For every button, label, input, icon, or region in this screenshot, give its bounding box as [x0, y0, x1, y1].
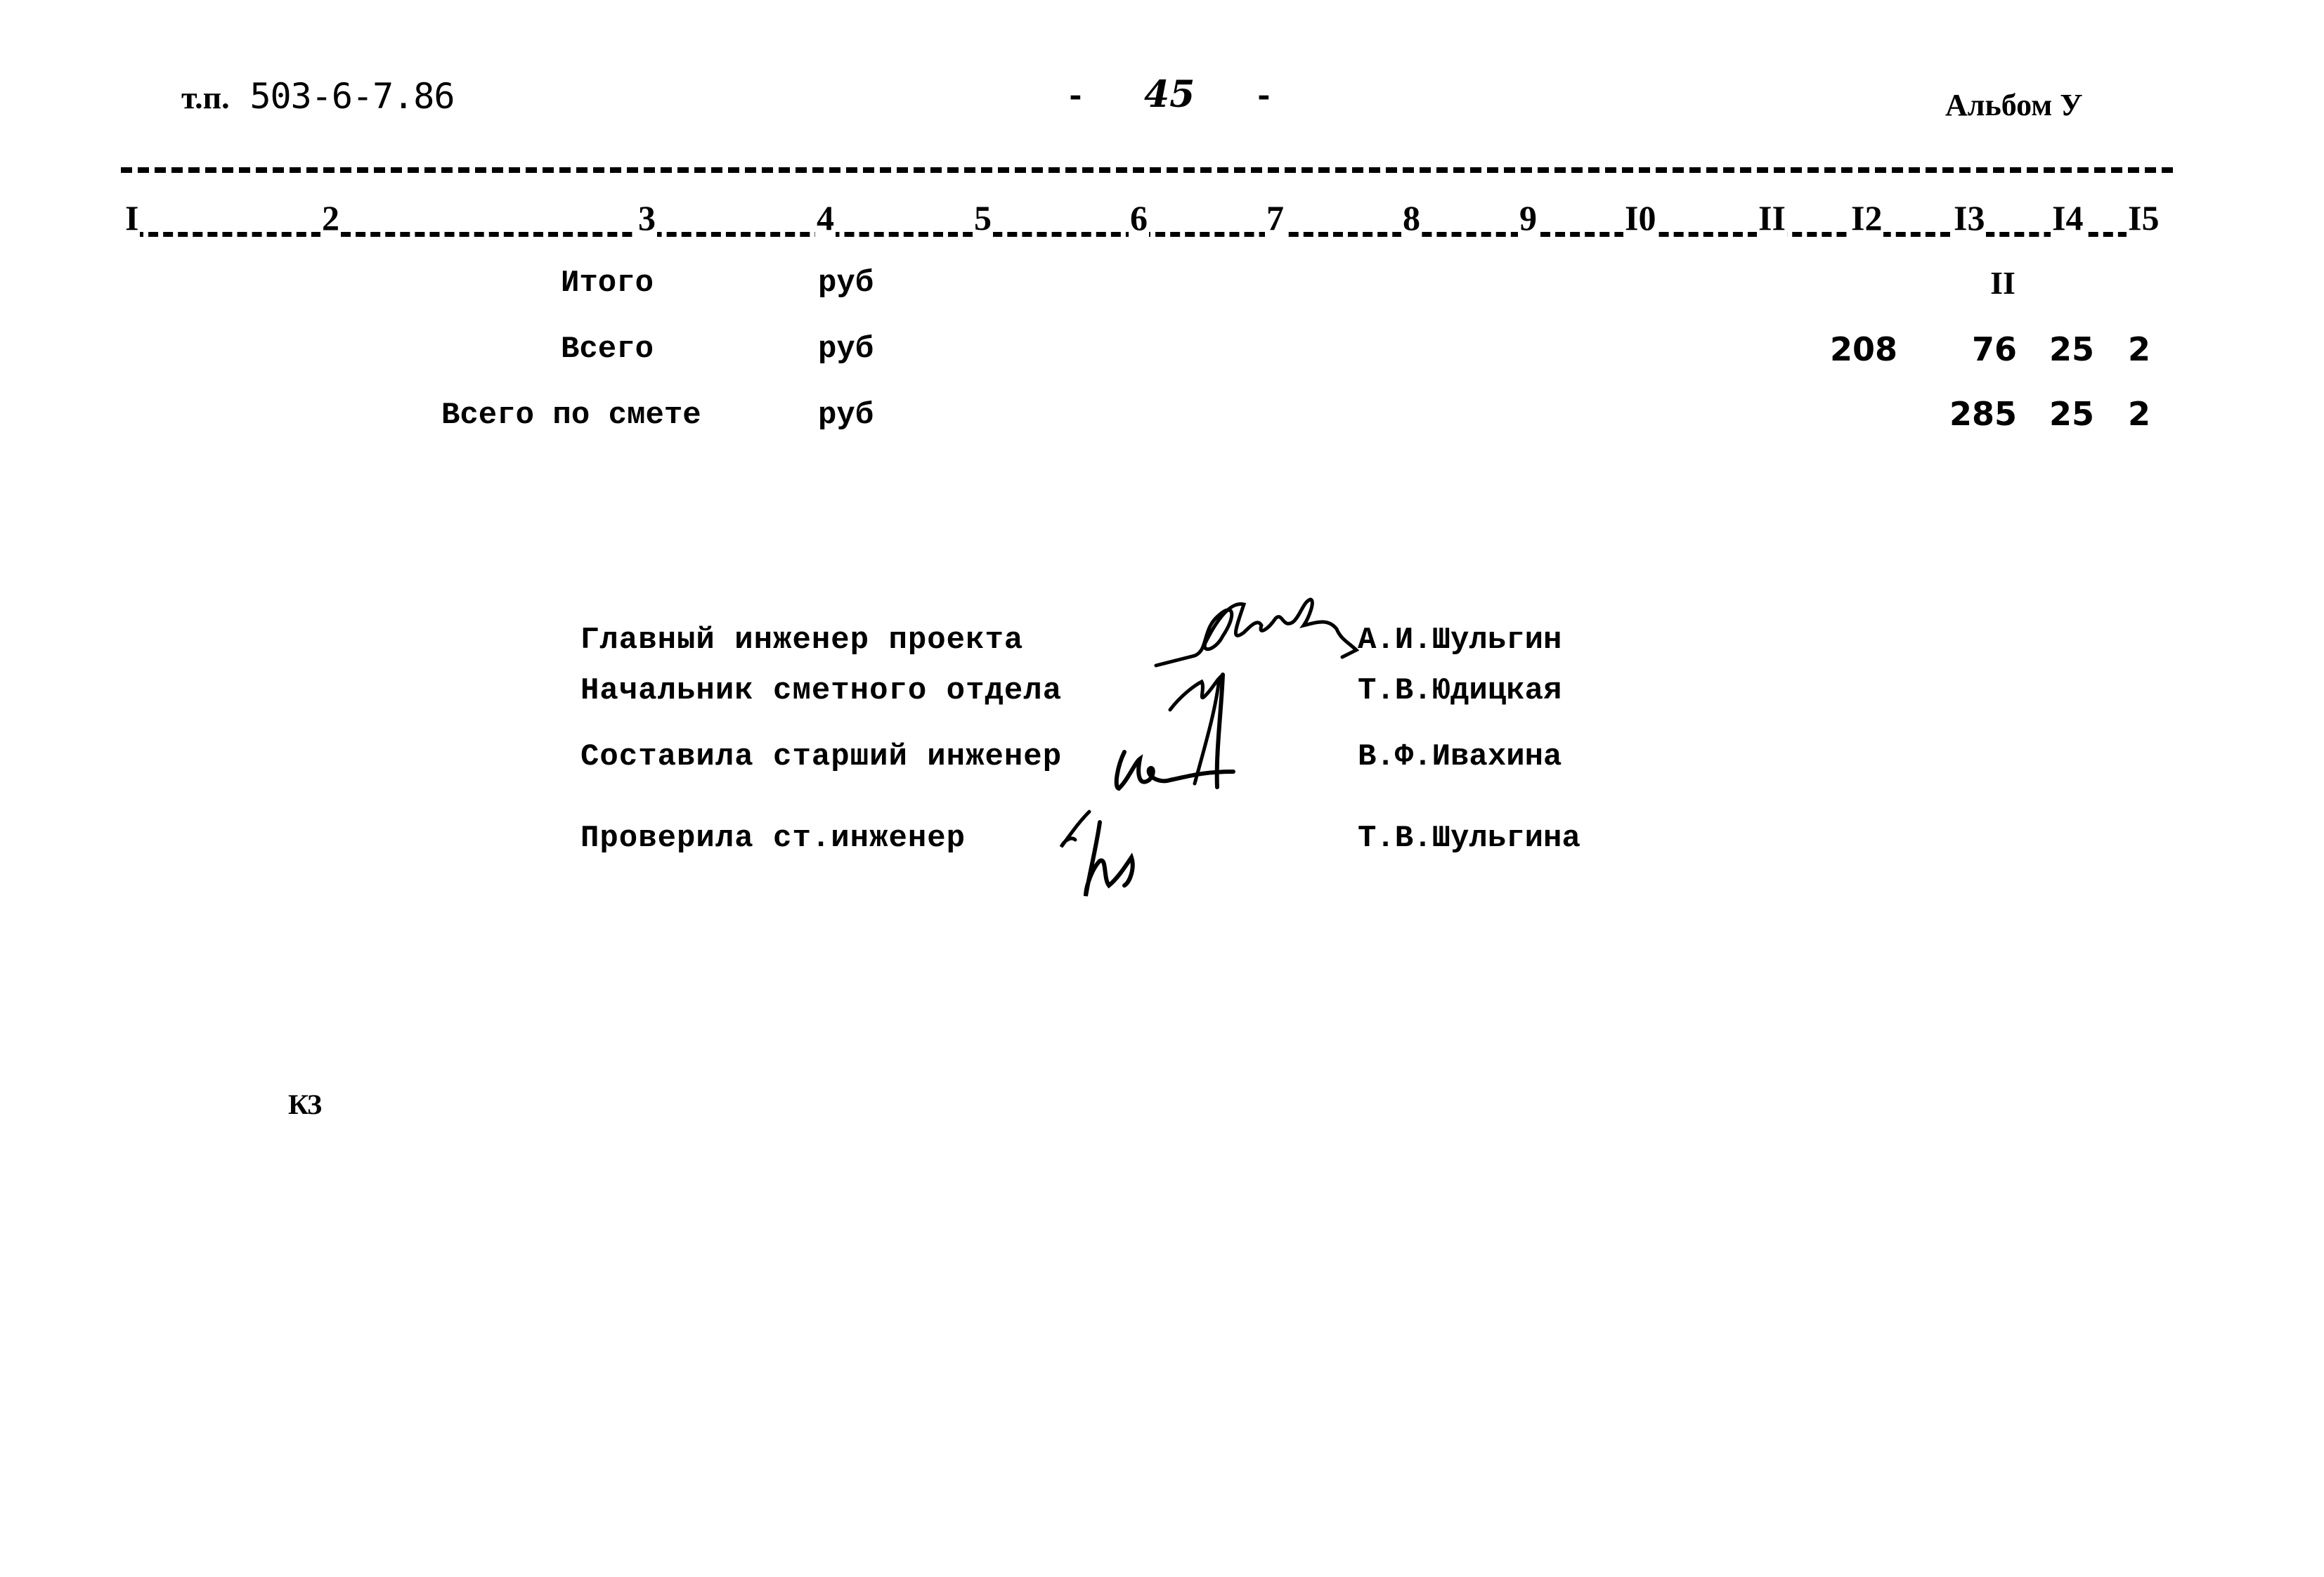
column-number: I4: [2051, 198, 2085, 238]
document-code-number: 503-6-7.86: [249, 76, 455, 117]
cell-col15: 2: [2127, 395, 2150, 433]
signatory-name: В.Ф.Ивахина: [1358, 739, 1562, 774]
column-number: 6: [1129, 198, 1149, 238]
signatory-title: Составила старший инженер: [580, 739, 1063, 774]
cell-col13: 76: [1971, 330, 2017, 368]
cell-col14: 25: [2049, 395, 2094, 433]
row-unit: руб: [818, 398, 874, 433]
column-number: 3: [637, 198, 657, 238]
page-dash-left: -: [1065, 79, 1086, 117]
document-code-prefix: т.п.: [181, 79, 230, 115]
cell-col14: 25: [2049, 330, 2094, 368]
page-number: 45: [1144, 73, 1195, 116]
page-dash-right: -: [1254, 79, 1274, 117]
column-number: I0: [1623, 198, 1658, 238]
column-number: 4: [815, 198, 836, 238]
column-number: I2: [1850, 198, 1884, 238]
column-number: I3: [1952, 198, 1987, 238]
column-number: 2: [320, 198, 341, 238]
document-code: т.п. 503-6-7.86: [181, 76, 455, 119]
cell-col13: 285: [1949, 395, 2017, 433]
row-label: Всего: [561, 332, 654, 367]
handwritten-signature-icon: [1110, 731, 1237, 798]
column-number: 9: [1518, 198, 1538, 238]
footer-mark: КЗ: [288, 1089, 322, 1120]
signatory-name: Т.В.Шульгина: [1358, 821, 1580, 856]
row-label: Всего по смете: [441, 398, 701, 433]
row-unit: руб: [818, 332, 874, 367]
handwritten-signature-icon: [1054, 808, 1167, 903]
column-number: II: [1757, 198, 1787, 238]
signatory-title: Проверила ст.инженер: [580, 821, 966, 856]
dashed-separator: [121, 167, 2173, 173]
signatory-title: Главный инженер проекта: [580, 623, 1024, 658]
column-number: 7: [1265, 198, 1285, 238]
signatory-name: Т.В.Юдицкая: [1358, 673, 1562, 708]
row-unit: руб: [818, 266, 874, 301]
column-number: 5: [973, 198, 993, 238]
signatory-name: А.И.Шульгин: [1358, 623, 1562, 658]
signatory-title: Начальник сметного отдела: [580, 673, 1063, 708]
cell-col13: II: [1990, 265, 2015, 301]
cell-col15: 2: [2127, 330, 2150, 368]
row-label: Итого: [561, 266, 654, 301]
column-number: I: [124, 198, 141, 238]
column-number: 8: [1401, 198, 1422, 238]
cell-col12: 208: [1829, 330, 1897, 368]
column-number: I5: [2127, 198, 2161, 238]
album-label: Альбом У: [1945, 88, 2083, 122]
